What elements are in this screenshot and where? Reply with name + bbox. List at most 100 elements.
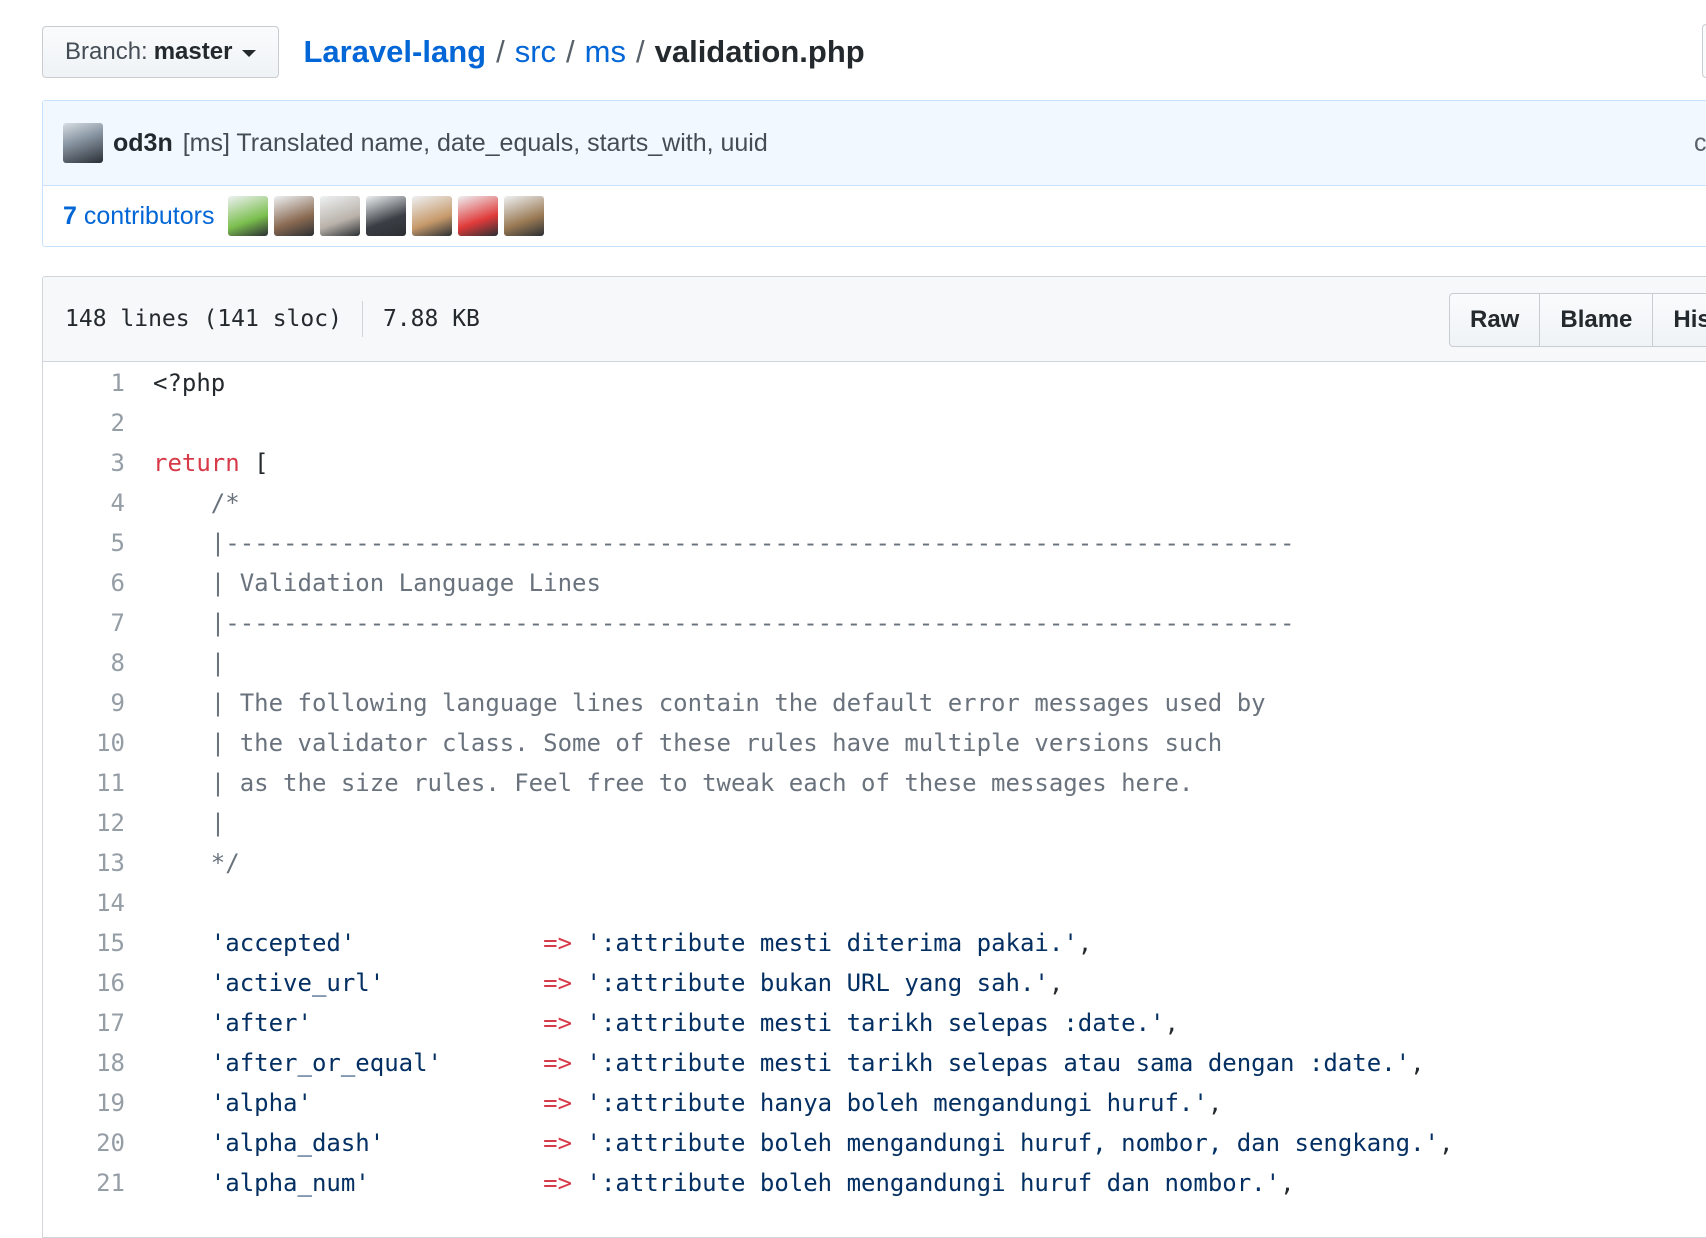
commit-meta-truncated: c [1694, 129, 1706, 157]
contributors-row: 7 contributors [43, 186, 1706, 246]
line-number[interactable]: 20 [43, 1123, 125, 1163]
contributor-avatar[interactable] [412, 196, 453, 236]
key-string-token: 'alpha_dash' [153, 1129, 544, 1157]
punctuation-token: , [1410, 1049, 1425, 1077]
find-file-button[interactable] [1702, 24, 1706, 78]
line-number[interactable]: 15 [43, 923, 125, 963]
latest-commit-row: od3n [ms] Translated name, date_equals, … [43, 101, 1706, 186]
contributor-avatar[interactable] [228, 196, 269, 236]
file-info-divider [361, 301, 363, 337]
code-text: 'alpha_num' => ':attribute boleh mengand… [125, 1163, 1295, 1203]
punctuation-token: , [1164, 1009, 1179, 1037]
code-view: 1 <?php 2 3 return [ 4 /* 5 |-------------… [43, 363, 1453, 1203]
breadcrumb-repo-link[interactable]: Laravel-lang [303, 34, 486, 70]
code-text: return [ [125, 443, 269, 483]
contributors-link[interactable]: 7 contributors [63, 202, 214, 231]
breadcrumb-src-link[interactable]: src [515, 34, 556, 70]
raw-button[interactable]: Raw [1449, 293, 1541, 347]
code-text: 'after' => ':attribute mesti tarikh sele… [125, 1003, 1179, 1043]
code-text: <?php [153, 369, 226, 397]
line-number[interactable]: 8 [43, 643, 125, 683]
line-number[interactable]: 14 [43, 883, 125, 923]
comment-text: */ [153, 849, 240, 877]
key-string-token: 'alpha_num' [153, 1169, 544, 1197]
punctuation-token: , [1280, 1169, 1295, 1197]
line-number[interactable]: 10 [43, 723, 125, 763]
contributor-avatar[interactable] [320, 196, 361, 236]
arrow-operator-token: => [543, 969, 573, 997]
code-line: 19 'alpha' => ':attribute hanya boleh me… [43, 1083, 1453, 1123]
line-number[interactable]: 16 [43, 963, 125, 1003]
line-number[interactable]: 11 [43, 763, 125, 803]
line-number[interactable]: 21 [43, 1163, 125, 1203]
commit-tease-box: od3n [ms] Translated name, date_equals, … [42, 100, 1706, 247]
code-line: 14 [43, 883, 1453, 923]
comment-text: |---------------------------------------… [153, 609, 1295, 637]
branch-select-button[interactable]: Branch: master [42, 26, 280, 78]
punctuation-token: [ [239, 449, 269, 477]
line-number[interactable]: 9 [43, 683, 125, 723]
file-actions: Raw Blame His [1449, 293, 1706, 347]
punctuation-token: , [1207, 1089, 1223, 1117]
comment-text: | the validator class. Some of these rul… [153, 729, 1223, 757]
comment-text: | The following language lines contain t… [153, 689, 1266, 717]
contributor-avatar[interactable] [366, 196, 407, 236]
contributors-label: contributors [83, 201, 215, 230]
arrow-operator-token: => [543, 929, 573, 957]
key-string-token: 'after_or_equal' [153, 1049, 544, 1077]
contributor-avatar[interactable] [274, 196, 315, 236]
comment-text: | as the size rules. Feel free to tweak … [153, 769, 1194, 797]
breadcrumb-separator: / [635, 34, 645, 69]
breadcrumb-ms-link[interactable]: ms [585, 34, 626, 70]
line-number[interactable]: 17 [43, 1003, 125, 1043]
code-line: 4 /* [43, 483, 1453, 523]
contributor-avatar[interactable] [504, 196, 545, 236]
code-text: 'alpha_dash' => ':attribute boleh mengan… [125, 1123, 1454, 1163]
contributor-avatars [228, 196, 550, 236]
arrow-operator-token: => [543, 1089, 573, 1117]
code-line: 9 | The following language lines contain… [43, 683, 1453, 723]
code-line: 7 |-------------------------------------… [43, 603, 1453, 643]
code-line: 5 |-------------------------------------… [43, 523, 1453, 563]
blame-button[interactable]: Blame [1539, 293, 1654, 347]
code-line: 17 'after' => ':attribute mesti tarikh s… [43, 1003, 1453, 1043]
key-string-token: 'after' [153, 1009, 544, 1037]
line-number[interactable]: 18 [43, 1043, 125, 1083]
code-line: 8 | [43, 643, 1453, 683]
code-text: 'active_url' => ':attribute bukan URL ya… [125, 963, 1064, 1003]
code-line: 16 'active_url' => ':attribute bukan URL… [43, 963, 1453, 1003]
code-line: 21 'alpha_num' => ':attribute boleh meng… [43, 1163, 1453, 1203]
commit-author-link[interactable]: od3n [113, 129, 173, 158]
key-string-token: 'accepted' [153, 929, 544, 957]
arrow-operator-token: => [543, 1049, 573, 1077]
code-line: 2 [43, 403, 1453, 443]
line-number[interactable]: 4 [43, 483, 125, 523]
punctuation-token: , [1439, 1129, 1454, 1157]
line-number[interactable]: 13 [43, 843, 125, 883]
author-avatar[interactable] [63, 123, 103, 163]
line-number[interactable]: 12 [43, 803, 125, 843]
keyword-token: return [153, 449, 240, 477]
code-line: 11 | as the size rules. Feel free to twe… [43, 763, 1453, 803]
file-line-count: 148 lines (141 sloc) [65, 306, 342, 332]
comment-text: | [153, 649, 226, 677]
line-number[interactable]: 7 [43, 603, 125, 643]
commit-message-link[interactable]: [ms] Translated name, date_equals, start… [183, 129, 768, 158]
value-string-token: ':attribute mesti tarikh selepas :date.' [572, 1009, 1165, 1037]
code-text: 'accepted' => ':attribute mesti diterima… [125, 923, 1092, 963]
contributor-avatar[interactable] [458, 196, 499, 236]
code-line: 20 'alpha_dash' => ':attribute boleh men… [43, 1123, 1453, 1163]
line-number[interactable]: 3 [43, 443, 125, 483]
code-line: 12 | [43, 803, 1453, 843]
line-number[interactable]: 5 [43, 523, 125, 563]
line-number[interactable]: 6 [43, 563, 125, 603]
code-line: 1 <?php [43, 363, 1453, 403]
line-number[interactable]: 1 [43, 363, 125, 403]
line-number[interactable]: 19 [43, 1083, 125, 1123]
breadcrumb-separator: / [566, 34, 575, 69]
history-button[interactable]: His [1652, 293, 1706, 347]
comment-text: /* [153, 489, 240, 517]
line-number[interactable]: 2 [43, 403, 125, 443]
